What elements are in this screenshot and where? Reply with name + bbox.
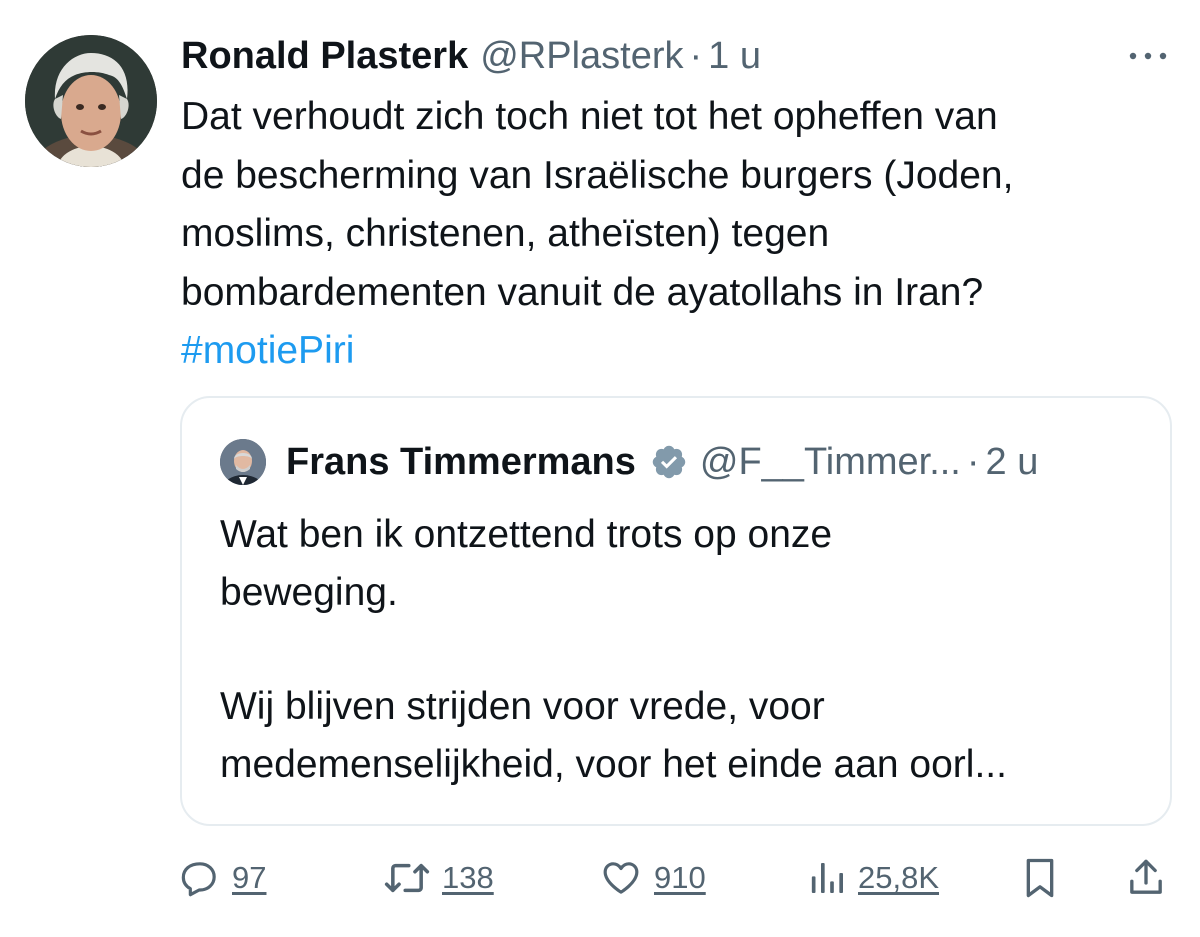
share-icon	[1130, 859, 1162, 894]
tweet-text-line: moslims, christenen, atheïsten) tegen	[181, 212, 830, 255]
share-button[interactable]	[1126, 850, 1166, 906]
like-count: 910	[654, 860, 706, 895]
bookmark-button[interactable]	[1020, 850, 1060, 906]
heart-icon	[603, 862, 639, 894]
separator-dot: ·	[689, 35, 703, 77]
bookmark-icon	[1026, 858, 1054, 898]
retweet-button[interactable]: 138	[384, 850, 494, 906]
views-chart-icon	[811, 863, 843, 893]
quoted-author-handle[interactable]: @F__Timmer...	[700, 441, 961, 484]
verified-badge-icon	[652, 445, 686, 479]
author-handle[interactable]: @RPlasterk	[480, 30, 683, 82]
more-options-button[interactable]	[1124, 40, 1172, 72]
more-horizontal-icon	[1129, 52, 1167, 60]
user-avatar-photo-icon	[25, 35, 157, 167]
tweet-header: Ronald Plasterk @RPlasterk · 1 u	[181, 30, 761, 82]
reply-count: 97	[232, 860, 267, 895]
quoted-text-line: beweging.	[220, 571, 398, 614]
quoted-tweet-text: Wat ben ik ontzettend trots op onze bewe…	[220, 506, 1150, 794]
quoted-tweet-header: Frans Timmermans @F__Timmer... · 2 u	[220, 436, 1038, 488]
like-button[interactable]: 910	[600, 850, 706, 906]
reply-button[interactable]: 97	[180, 850, 266, 906]
tweet-text-line: de bescherming van Israëlische burgers (…	[181, 153, 1014, 197]
views-count: 25,8K	[858, 860, 940, 895]
retweet-icon	[384, 863, 430, 893]
quoted-tweet-timestamp[interactable]: 2 u	[986, 441, 1039, 484]
separator-dot: ·	[966, 440, 980, 483]
user-avatar-photo-icon	[220, 439, 266, 485]
reply-icon	[181, 862, 216, 897]
tweet-text-line: bombardementen vanuit de ayatollahs in I…	[181, 270, 984, 314]
author-avatar[interactable]	[25, 35, 157, 167]
quoted-author-name[interactable]: Frans Timmermans	[286, 441, 636, 484]
tweet-timestamp[interactable]: 1 u	[708, 30, 761, 82]
quoted-text-line: Wat ben ik ontzettend trots op onze	[220, 513, 833, 556]
tweet-text-line: Dat verhoudt zich toch niet tot het ophe…	[181, 95, 998, 138]
tweet-text: Dat verhoudt zich toch niet tot het ophe…	[181, 88, 1171, 381]
tweet-action-bar: 97 138 910 25,8K	[180, 850, 1172, 906]
quoted-text-line: Wij blijven strijden voor vrede, voor	[220, 685, 825, 728]
hashtag-link[interactable]: #motiePiri	[181, 329, 354, 372]
quoted-tweet-card[interactable]: Frans Timmermans @F__Timmer... · 2 u Wat…	[180, 396, 1172, 826]
retweet-count: 138	[442, 860, 494, 895]
author-name[interactable]: Ronald Plasterk	[181, 30, 468, 82]
quoted-author-avatar[interactable]	[220, 439, 266, 485]
quoted-text-line: medemenselijkheid, voor het einde aan oo…	[220, 743, 1007, 786]
views-button[interactable]: 25,8K	[806, 850, 939, 906]
